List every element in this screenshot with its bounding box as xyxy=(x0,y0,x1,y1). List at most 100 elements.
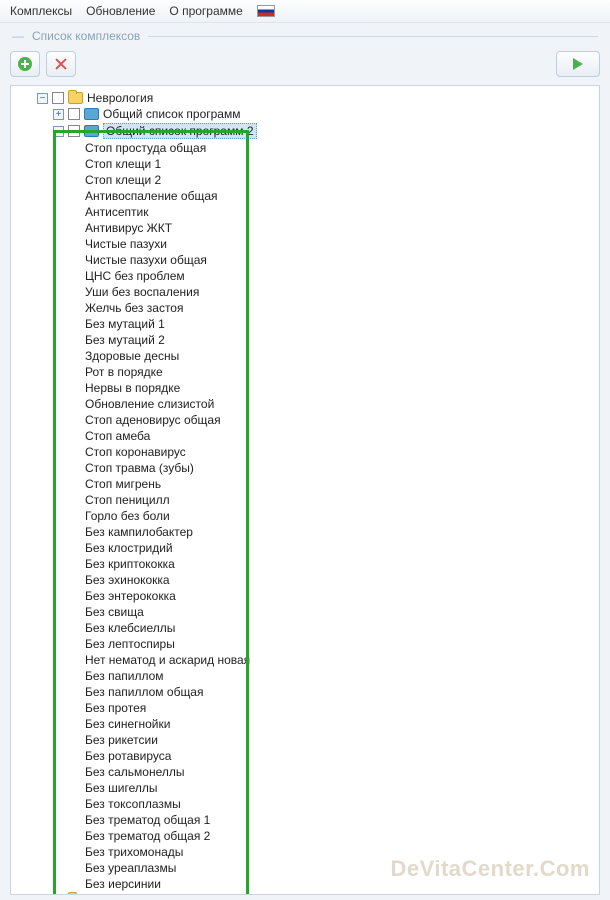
tree-leaf-label: Стоп коронавирус xyxy=(85,445,186,459)
tree-leaf[interactable]: Антивоспаление общая xyxy=(11,188,599,204)
tree-leaf-label: Без мутаций 2 xyxy=(85,333,165,347)
tree-leaf[interactable]: Стоп аденовирус общая xyxy=(11,412,599,428)
tree-leaf[interactable]: Чистые пазухи xyxy=(11,236,599,252)
checkbox[interactable] xyxy=(68,108,80,120)
tree-leaf[interactable]: Без энтерококка xyxy=(11,588,599,604)
tree-leaf[interactable]: Без ротавируса xyxy=(11,748,599,764)
tree-leaf[interactable]: Без иерсинии xyxy=(11,876,599,892)
menu-item-about[interactable]: О программе xyxy=(169,4,242,18)
tree-leaf-label: Без уреаплазмы xyxy=(85,861,176,875)
tree-leaf[interactable]: Без протея xyxy=(11,700,599,716)
tree-leaf[interactable]: Стоп пеницилл xyxy=(11,492,599,508)
checkbox[interactable] xyxy=(52,92,64,104)
tree-leaf[interactable]: Без синегнойки xyxy=(11,716,599,732)
x-icon xyxy=(55,58,67,70)
tree-leaf-label: Антивирус ЖКТ xyxy=(85,221,172,235)
arrow-right-icon xyxy=(573,58,583,70)
tree-leaf-label: Без синегнойки xyxy=(85,717,170,731)
tree-leaf[interactable]: Без свища xyxy=(11,604,599,620)
tree-leaf[interactable]: Без токсоплазмы xyxy=(11,796,599,812)
tree-leaf-label: Без клостридий xyxy=(85,541,173,555)
tree-leaf-label: Чистые пазухи общая xyxy=(85,253,207,267)
tree-leaf-label: Без папиллом общая xyxy=(85,685,203,699)
tree-leaf[interactable]: Без рикетсии xyxy=(11,732,599,748)
tree-leaf-label: Без трематод общая 1 xyxy=(85,813,210,827)
tree-leaf[interactable]: Без трихомонады xyxy=(11,844,599,860)
expand-icon[interactable]: + xyxy=(53,109,64,120)
tree-leaf[interactable]: Без трематод общая 2 xyxy=(11,828,599,844)
tree-leaf-label: Стоп амеба xyxy=(85,429,150,443)
tree-leaf-label: Стоп мигрень xyxy=(85,477,161,491)
tree-leaf-label: Без свища xyxy=(85,605,144,619)
tree-leaf[interactable]: Нет нематод и аскарид новая xyxy=(11,652,599,668)
tree-node[interactable]: + Офтальмология xyxy=(11,892,599,895)
tree-leaf-label: Стоп аденовирус общая xyxy=(85,413,221,427)
tree-leaf[interactable]: Стоп травма (зубы) xyxy=(11,460,599,476)
tree-leaf[interactable]: Уши без воспаления xyxy=(11,284,599,300)
tree-leaf[interactable]: Без мутаций 2 xyxy=(11,332,599,348)
tree-leaf-label: Без криптококка xyxy=(85,557,175,571)
tree-leaf[interactable]: Без папиллом xyxy=(11,668,599,684)
russian-flag-icon[interactable] xyxy=(257,5,275,17)
tree-leaf-label: Стоп пеницилл xyxy=(85,493,170,507)
tree-leaf[interactable]: Горло без боли xyxy=(11,508,599,524)
tree-leaf[interactable]: Стоп мигрень xyxy=(11,476,599,492)
collapse-icon[interactable]: − xyxy=(37,93,48,104)
tree-leaf[interactable]: Стоп клещи 1 xyxy=(11,156,599,172)
tree-leaf-label: Без папиллом xyxy=(85,669,164,683)
tree-leaf[interactable]: Без папиллом общая xyxy=(11,684,599,700)
tree-node-selected[interactable]: − Общий список программ 2 xyxy=(11,122,599,140)
tree-leaf[interactable]: ЦНС без проблем xyxy=(11,268,599,284)
menu-item-update[interactable]: Обновление xyxy=(86,4,155,18)
tree-leaf[interactable]: Без мутаций 1 xyxy=(11,316,599,332)
tree-leaf[interactable]: Обновление слизистой xyxy=(11,396,599,412)
tree-leaf-label: Антивоспаление общая xyxy=(85,189,218,203)
tree-leaf[interactable]: Без шигеллы xyxy=(11,780,599,796)
delete-button[interactable] xyxy=(46,51,76,77)
tree-node[interactable]: − Неврология xyxy=(11,90,599,106)
tree-leaf[interactable]: Стоп амеба xyxy=(11,428,599,444)
checkbox[interactable] xyxy=(52,894,64,895)
tree-leaf[interactable]: Без кампилобактер xyxy=(11,524,599,540)
menu-item-complexes[interactable]: Комплексы xyxy=(10,4,72,18)
tree-leaf-label: Рот в порядке xyxy=(85,365,163,379)
tree-leaf[interactable]: Здоровые десны xyxy=(11,348,599,364)
tree-leaf[interactable]: Без лептоспиры xyxy=(11,636,599,652)
tree-leaf[interactable]: Без уреаплазмы xyxy=(11,860,599,876)
tree-leaf[interactable]: Желчь без застоя xyxy=(11,300,599,316)
tree-leaf-label: Без кампилобактер xyxy=(85,525,193,539)
tree-leaf[interactable]: Антивирус ЖКТ xyxy=(11,220,599,236)
tree-leaf[interactable]: Без трематод общая 1 xyxy=(11,812,599,828)
expand-icon[interactable]: + xyxy=(37,895,48,896)
tree-leaf[interactable]: Чистые пазухи общая xyxy=(11,252,599,268)
add-button[interactable] xyxy=(10,51,40,77)
tree-leaf[interactable]: Без клебсиеллы xyxy=(11,620,599,636)
tree-leaf-label: Здоровые десны xyxy=(85,349,179,363)
tree-leaf-label: Нервы в порядке xyxy=(85,381,180,395)
tree-leaf-label: Без шигеллы xyxy=(85,781,157,795)
program-list-icon xyxy=(84,108,99,120)
tree-view[interactable]: − Неврология + Общий список программ − О… xyxy=(10,85,600,895)
tree-leaf-label: Без мутаций 1 xyxy=(85,317,165,331)
toolbar xyxy=(0,47,610,85)
tree-leaf[interactable]: Без эхинококка xyxy=(11,572,599,588)
tree-leaf-label: Без рикетсии xyxy=(85,733,158,747)
tree-node-label: Общий список программ xyxy=(103,107,240,121)
tree-leaf-label: Без протея xyxy=(85,701,146,715)
tree-leaf[interactable]: Антисептик xyxy=(11,204,599,220)
checkbox[interactable] xyxy=(68,125,80,137)
forward-button[interactable] xyxy=(556,51,600,77)
tree-leaf-label: Уши без воспаления xyxy=(85,285,199,299)
collapse-icon[interactable]: − xyxy=(53,126,64,137)
tree-leaf-label: Антисептик xyxy=(85,205,148,219)
tree-leaf[interactable]: Нервы в порядке xyxy=(11,380,599,396)
tree-leaf[interactable]: Стоп простуда общая xyxy=(11,140,599,156)
tree-leaf-label: Без лептоспиры xyxy=(85,637,175,651)
tree-leaf[interactable]: Без сальмонеллы xyxy=(11,764,599,780)
tree-leaf[interactable]: Без клостридий xyxy=(11,540,599,556)
tree-leaf[interactable]: Без криптококка xyxy=(11,556,599,572)
tree-node[interactable]: + Общий список программ xyxy=(11,106,599,122)
tree-leaf[interactable]: Стоп клещи 2 xyxy=(11,172,599,188)
tree-leaf[interactable]: Рот в порядке xyxy=(11,364,599,380)
tree-leaf[interactable]: Стоп коронавирус xyxy=(11,444,599,460)
